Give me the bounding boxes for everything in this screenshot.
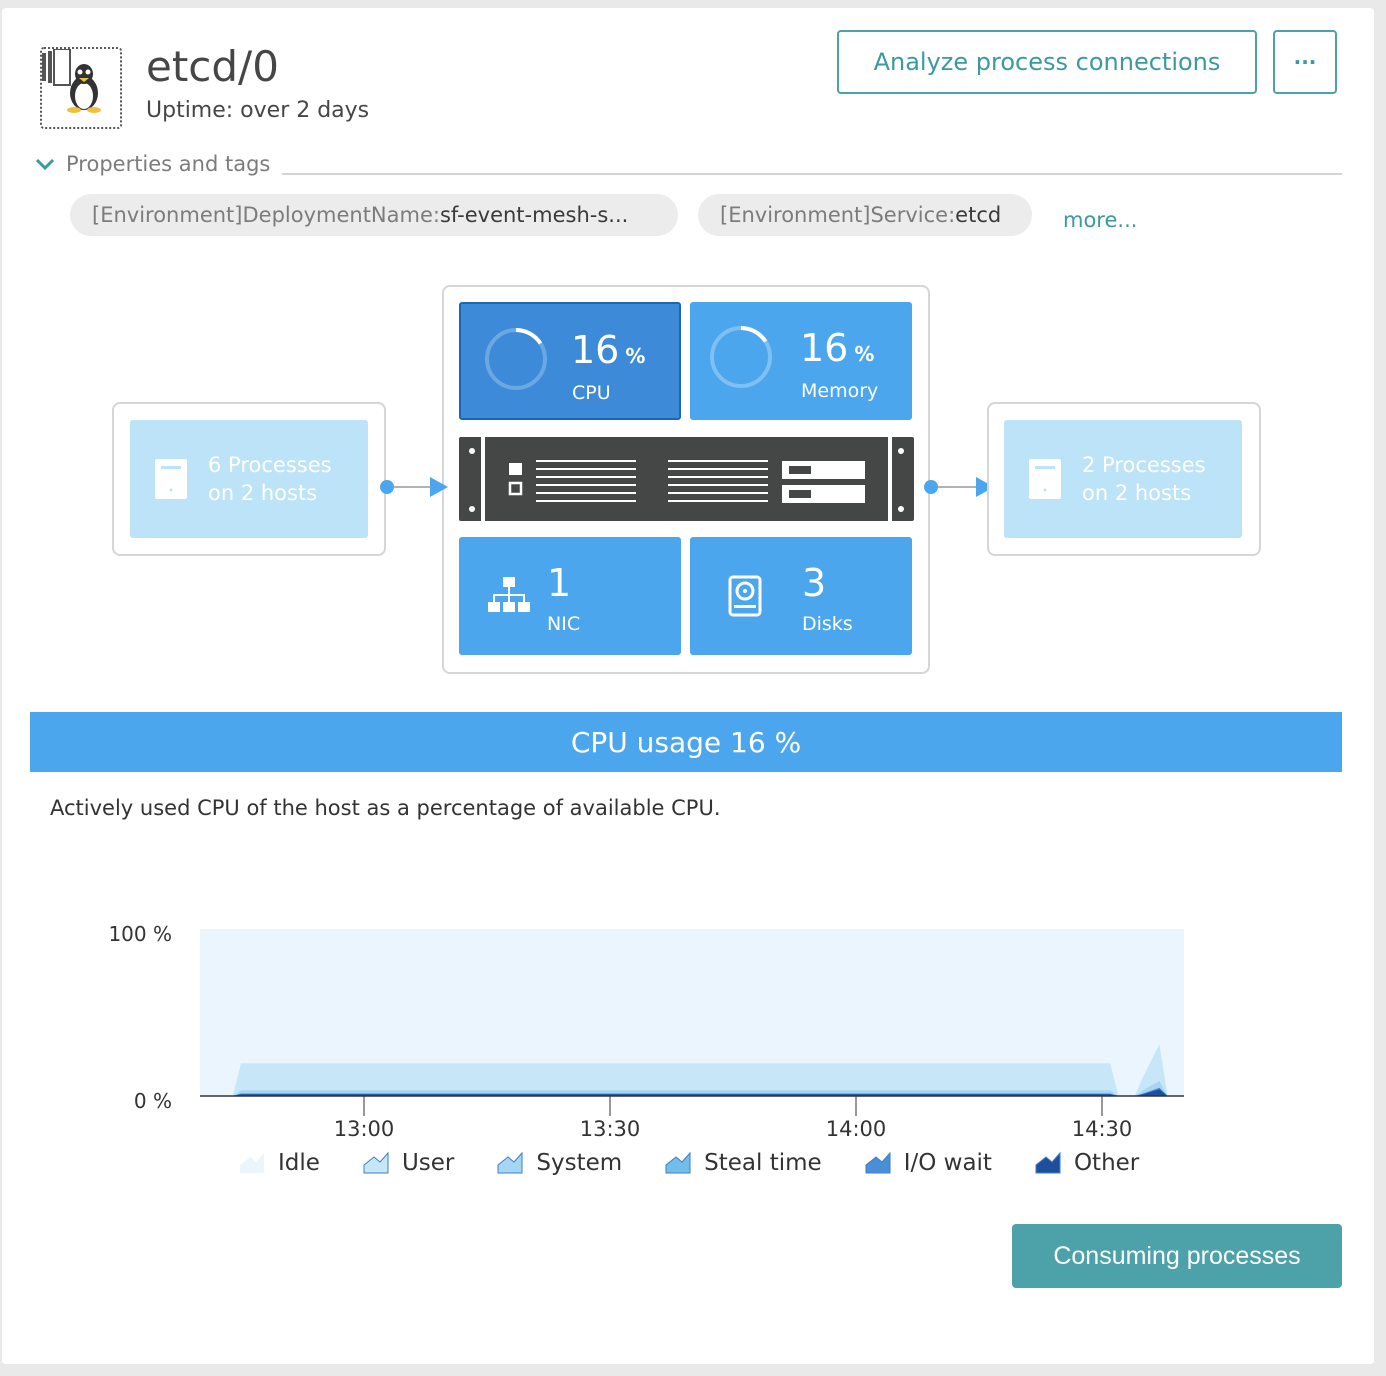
tag-key: [Environment]DeploymentName: bbox=[92, 203, 440, 227]
process-count-label: 6 Processes bbox=[208, 453, 332, 477]
process-group-icon bbox=[1029, 459, 1061, 499]
legend-item-other[interactable]: Other bbox=[1034, 1150, 1139, 1176]
nic-label: NIC bbox=[547, 613, 581, 635]
legend-label: Idle bbox=[278, 1150, 320, 1176]
page-title: etcd/0 bbox=[146, 42, 279, 91]
memory-value: 16 bbox=[800, 326, 849, 370]
legend-swatch-icon bbox=[1035, 1151, 1061, 1174]
memory-gauge-icon bbox=[710, 326, 772, 388]
disks-label: Disks bbox=[802, 613, 853, 635]
properties-toggle[interactable]: Properties and tags bbox=[34, 152, 270, 176]
process-group-icon bbox=[155, 459, 187, 499]
legend-label: Steal time bbox=[704, 1150, 822, 1176]
cpu-gauge-arc bbox=[515, 328, 543, 345]
legend-label: Other bbox=[1073, 1150, 1140, 1176]
legend-item-user[interactable]: User bbox=[362, 1150, 454, 1176]
tag-value: etcd bbox=[955, 203, 1002, 227]
cpu-usage-description: Actively used CPU of the host as a perce… bbox=[50, 796, 721, 820]
cpu-label: CPU bbox=[572, 382, 611, 404]
calling-processes-group[interactable]: 6 Processes on 2 hosts bbox=[130, 420, 368, 538]
tag-service[interactable]: [Environment]Service: etcd bbox=[698, 194, 1032, 236]
legend-label: I/O wait bbox=[903, 1150, 992, 1176]
process-count-label: 2 Processes bbox=[1082, 453, 1206, 477]
analyze-process-connections-button[interactable]: Analyze process connections bbox=[837, 30, 1257, 94]
linux-icon bbox=[67, 64, 101, 113]
legend-swatch-icon bbox=[865, 1151, 891, 1174]
called-processes-group[interactable]: 2 Processes on 2 hosts bbox=[1004, 420, 1242, 538]
properties-toggle-label: Properties and tags bbox=[66, 152, 271, 176]
legend-item-idle[interactable]: Idle bbox=[238, 1150, 320, 1176]
outgoing-connection-arrow bbox=[924, 477, 994, 497]
legend-swatch-icon bbox=[665, 1151, 691, 1174]
tag-value: sf-event-mesh-s... bbox=[439, 203, 629, 227]
chart-legend: Idle User System Steal time I/O wait Other bbox=[238, 1150, 1181, 1176]
cpu-tile[interactable]: 16% CPU bbox=[459, 302, 681, 420]
uptime-text: Uptime: over 2 days bbox=[146, 98, 370, 123]
server-rack-icon bbox=[469, 437, 904, 521]
consuming-processes-button[interactable]: Consuming processes bbox=[1012, 1224, 1342, 1288]
nic-tile[interactable]: 1 NIC bbox=[459, 537, 681, 655]
process-type-icon bbox=[40, 47, 122, 129]
legend-swatch-icon bbox=[497, 1151, 523, 1174]
cpu-usage-header: CPU usage 16 % bbox=[30, 712, 1342, 772]
nic-value: 1 bbox=[547, 561, 572, 605]
legend-swatch-icon bbox=[240, 1153, 264, 1173]
cpu-unit: % bbox=[625, 344, 646, 368]
cpu-value: 16 bbox=[571, 328, 620, 372]
legend-label: System bbox=[536, 1150, 623, 1176]
incoming-connection-arrow bbox=[380, 477, 448, 497]
legend-swatch-icon bbox=[363, 1151, 389, 1174]
hosts-count-label: on 2 hosts bbox=[1082, 481, 1192, 505]
divider bbox=[282, 173, 1342, 175]
hosts-count-label: on 2 hosts bbox=[208, 481, 318, 505]
legend-item-steal-time[interactable]: Steal time bbox=[664, 1150, 822, 1176]
tag-deployment-name[interactable]: [Environment]DeploymentName: sf-event-me… bbox=[70, 194, 678, 236]
tag-key: [Environment]Service: bbox=[720, 203, 956, 227]
legend-label: User bbox=[401, 1150, 455, 1176]
legend-item-i-o-wait[interactable]: I/O wait bbox=[864, 1150, 992, 1176]
more-tags-link[interactable]: more... bbox=[1063, 208, 1137, 232]
disks-tile[interactable]: 3 Disks bbox=[690, 537, 912, 655]
memory-unit: % bbox=[854, 342, 875, 366]
more-actions-button[interactable]: ··· bbox=[1273, 30, 1337, 94]
server-rack-graphic bbox=[459, 437, 914, 521]
disk-icon bbox=[728, 575, 762, 617]
cpu-gauge-icon bbox=[485, 328, 547, 390]
memory-gauge-arc bbox=[740, 326, 768, 343]
memory-label: Memory bbox=[801, 380, 879, 402]
legend-item-system[interactable]: System bbox=[496, 1150, 622, 1176]
network-icon bbox=[488, 577, 530, 612]
disks-value: 3 bbox=[802, 561, 827, 605]
memory-tile[interactable]: 16% Memory bbox=[690, 302, 912, 420]
chevron-down-icon bbox=[35, 158, 55, 171]
